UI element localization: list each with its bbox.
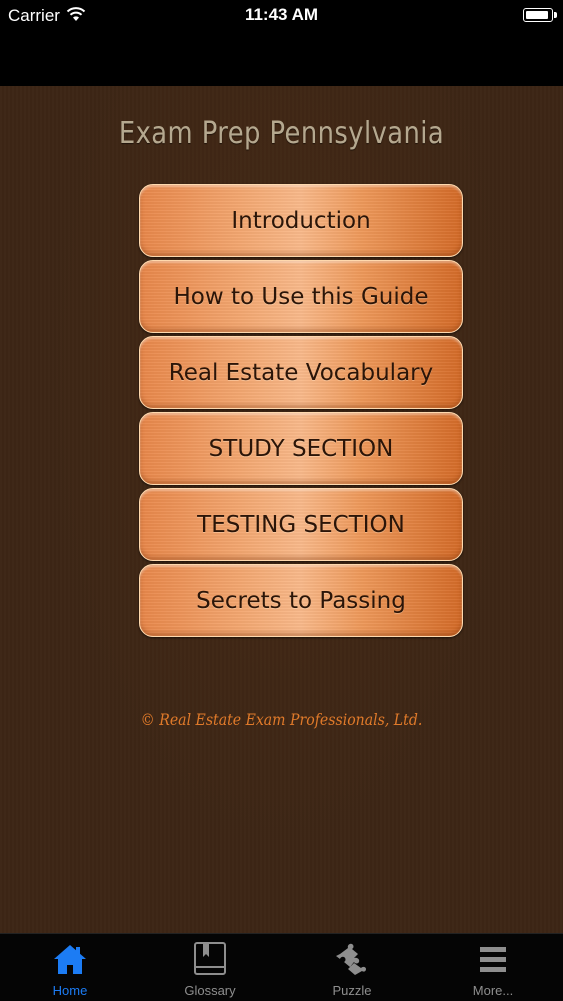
puzzle-icon (336, 943, 366, 975)
tab-home-label: Home (52, 983, 88, 998)
menu-icon (480, 947, 506, 972)
app-title: Exam Prep Pennsylvania (118, 116, 445, 151)
home-icon (54, 945, 86, 974)
testing-section-button[interactable]: TESTING SECTION (139, 488, 463, 561)
tab-more[interactable]: More... (423, 934, 563, 1001)
introduction-button[interactable]: Introduction (139, 184, 463, 257)
tab-more-label: More... (472, 983, 514, 998)
tab-glossary-label: Glossary (184, 983, 236, 998)
tab-home[interactable]: Home (0, 934, 140, 1001)
main-menu: Introduction How to Use this Guide Real … (139, 184, 463, 640)
main-content: Exam Prep Pennsylvania Introduction How … (0, 86, 563, 933)
tab-puzzle-label: Puzzle (332, 983, 372, 998)
tab-glossary[interactable]: Glossary (140, 934, 280, 1001)
real-estate-vocabulary-button[interactable]: Real Estate Vocabulary (139, 336, 463, 409)
secrets-to-passing-button[interactable]: Secrets to Passing (139, 564, 463, 637)
battery-level-fill (526, 11, 548, 19)
copyright-text: © Real Estate Exam Professionals, Ltd. (140, 710, 423, 729)
battery-icon (523, 8, 557, 22)
how-to-use-guide-button[interactable]: How to Use this Guide (139, 260, 463, 333)
tab-puzzle[interactable]: Puzzle (282, 934, 422, 1001)
book-icon (194, 942, 226, 975)
study-section-button[interactable]: STUDY SECTION (139, 412, 463, 485)
status-time: 11:43 AM (244, 5, 319, 24)
tab-bar: Home Glossary Puzzle More... (0, 933, 563, 1001)
status-bar: Carrier 11:43 AM (0, 0, 563, 32)
